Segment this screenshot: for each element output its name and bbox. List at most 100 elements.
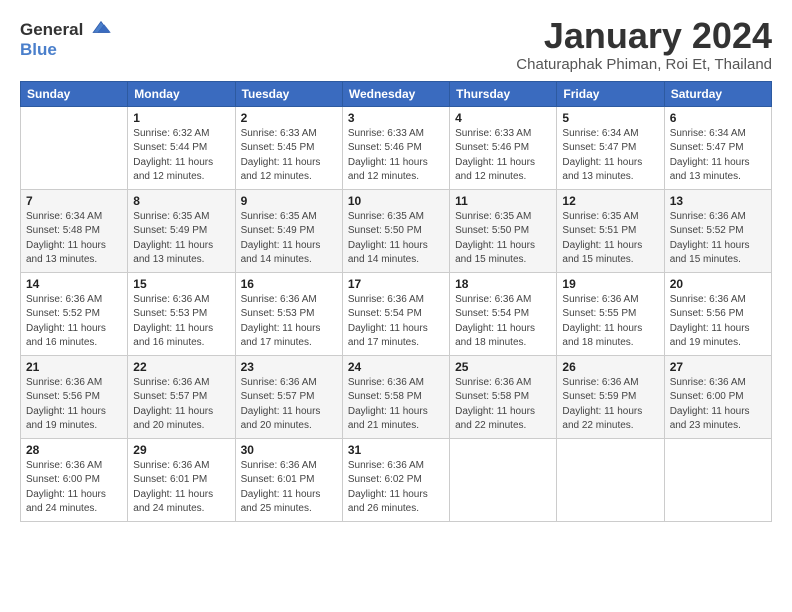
day-number: 19	[562, 277, 658, 291]
calendar-cell: 13Sunrise: 6:36 AM Sunset: 5:52 PM Dayli…	[664, 189, 771, 272]
day-number: 1	[133, 111, 229, 125]
calendar-cell: 25 Sunrise: 6:36 AM Sunset: 5:58 PM Dayli…	[450, 355, 557, 438]
calendar-cell: 27 Sunrise: 6:36 AM Sunset: 6:00 PM Dayli…	[664, 355, 771, 438]
weekday-header-monday: Monday	[128, 81, 235, 106]
month-title: January 2024	[516, 16, 772, 56]
calendar-cell: 26 Sunrise: 6:36 AM Sunset: 5:59 PM Dayli…	[557, 355, 664, 438]
weekday-header-tuesday: Tuesday	[235, 81, 342, 106]
day-number: 14	[26, 277, 122, 291]
day-info: Sunrise: 6:36 AM Sunset: 5:56 PM Dayligh…	[670, 293, 766, 351]
day-info: Sunrise: 6:32 AM Sunset: 5:44 PM Dayligh…	[133, 127, 229, 185]
day-info: Sunrise: 6:36 AM Sunset: 5:55 PM Dayligh…	[562, 293, 658, 351]
day-number: 2	[241, 111, 337, 125]
calendar-cell: 14 Sunrise: 6:36 AM Sunset: 5:52 PM Dayli…	[21, 272, 128, 355]
calendar-cell: 8 Sunrise: 6:35 AM Sunset: 5:49 PM Daylig…	[128, 189, 235, 272]
day-info: Sunrise: 6:35 AM Sunset: 5:49 PM Dayligh…	[133, 210, 229, 268]
day-info: Sunrise: 6:36 AM Sunset: 5:52 PM Dayligh…	[26, 293, 122, 351]
day-number: 18	[455, 277, 551, 291]
calendar-cell: 12Sunrise: 6:35 AM Sunset: 5:51 PM Dayli…	[557, 189, 664, 272]
calendar-week-1: 1 Sunrise: 6:32 AM Sunset: 5:44 PM Daylig…	[21, 106, 772, 189]
weekday-header-saturday: Saturday	[664, 81, 771, 106]
day-info: Sunrise: 6:35 AM Sunset: 5:50 PM Dayligh…	[348, 210, 444, 268]
calendar-cell: 23 Sunrise: 6:36 AM Sunset: 5:57 PM Dayli…	[235, 355, 342, 438]
day-info: Sunrise: 6:33 AM Sunset: 5:46 PM Dayligh…	[455, 127, 551, 185]
day-number: 6	[670, 111, 766, 125]
day-info: Sunrise: 6:36 AM Sunset: 6:00 PM Dayligh…	[670, 376, 766, 434]
day-info: Sunrise: 6:36 AM Sunset: 5:57 PM Dayligh…	[133, 376, 229, 434]
calendar-cell: 18 Sunrise: 6:36 AM Sunset: 5:54 PM Dayli…	[450, 272, 557, 355]
weekday-header-sunday: Sunday	[21, 81, 128, 106]
calendar-week-5: 28 Sunrise: 6:36 AM Sunset: 6:00 PM Dayli…	[21, 438, 772, 521]
calendar-cell: 3 Sunrise: 6:33 AM Sunset: 5:46 PM Daylig…	[342, 106, 449, 189]
calendar-cell: 1 Sunrise: 6:32 AM Sunset: 5:44 PM Daylig…	[128, 106, 235, 189]
weekday-header-friday: Friday	[557, 81, 664, 106]
day-info: Sunrise: 6:36 AM Sunset: 6:00 PM Dayligh…	[26, 459, 122, 517]
day-info: Sunrise: 6:34 AM Sunset: 5:48 PM Dayligh…	[26, 210, 122, 268]
day-number: 28	[26, 443, 122, 457]
calendar-cell	[21, 106, 128, 189]
calendar-cell: 10 Sunrise: 6:35 AM Sunset: 5:50 PM Dayli…	[342, 189, 449, 272]
day-info: Sunrise: 6:33 AM Sunset: 5:45 PM Dayligh…	[241, 127, 337, 185]
calendar-cell: 22 Sunrise: 6:36 AM Sunset: 5:57 PM Dayli…	[128, 355, 235, 438]
day-info: Sunrise: 6:36 AM Sunset: 5:58 PM Dayligh…	[348, 376, 444, 434]
calendar-cell: 5Sunrise: 6:34 AM Sunset: 5:47 PM Daylig…	[557, 106, 664, 189]
logo-blue: Blue	[20, 40, 112, 60]
calendar-week-3: 14 Sunrise: 6:36 AM Sunset: 5:52 PM Dayli…	[21, 272, 772, 355]
calendar-cell: 24 Sunrise: 6:36 AM Sunset: 5:58 PM Dayli…	[342, 355, 449, 438]
day-info: Sunrise: 6:36 AM Sunset: 5:57 PM Dayligh…	[241, 376, 337, 434]
day-number: 29	[133, 443, 229, 457]
calendar-cell: 4 Sunrise: 6:33 AM Sunset: 5:46 PM Daylig…	[450, 106, 557, 189]
calendar-cell	[557, 438, 664, 521]
day-number: 10	[348, 194, 444, 208]
subtitle: Chaturaphak Phiman, Roi Et, Thailand	[516, 56, 772, 73]
day-info: Sunrise: 6:36 AM Sunset: 6:02 PM Dayligh…	[348, 459, 444, 517]
day-info: Sunrise: 6:33 AM Sunset: 5:46 PM Dayligh…	[348, 127, 444, 185]
calendar-cell	[664, 438, 771, 521]
day-number: 30	[241, 443, 337, 457]
weekday-header-row: SundayMondayTuesdayWednesdayThursdayFrid…	[21, 81, 772, 106]
day-number: 4	[455, 111, 551, 125]
day-number: 26	[562, 360, 658, 374]
day-info: Sunrise: 6:36 AM Sunset: 5:58 PM Dayligh…	[455, 376, 551, 434]
calendar-week-2: 7 Sunrise: 6:34 AM Sunset: 5:48 PM Daylig…	[21, 189, 772, 272]
day-info: Sunrise: 6:36 AM Sunset: 5:56 PM Dayligh…	[26, 376, 122, 434]
title-block: January 2024 Chaturaphak Phiman, Roi Et,…	[516, 16, 772, 73]
day-info: Sunrise: 6:35 AM Sunset: 5:51 PM Dayligh…	[562, 210, 658, 268]
day-number: 9	[241, 194, 337, 208]
calendar-cell: 15Sunrise: 6:36 AM Sunset: 5:53 PM Dayli…	[128, 272, 235, 355]
day-info: Sunrise: 6:35 AM Sunset: 5:49 PM Dayligh…	[241, 210, 337, 268]
day-info: Sunrise: 6:36 AM Sunset: 5:59 PM Dayligh…	[562, 376, 658, 434]
calendar-cell: 7 Sunrise: 6:34 AM Sunset: 5:48 PM Daylig…	[21, 189, 128, 272]
calendar-cell: 11Sunrise: 6:35 AM Sunset: 5:50 PM Dayli…	[450, 189, 557, 272]
day-number: 11	[455, 194, 551, 208]
day-number: 16	[241, 277, 337, 291]
day-info: Sunrise: 6:36 AM Sunset: 5:54 PM Dayligh…	[455, 293, 551, 351]
calendar-cell: 2 Sunrise: 6:33 AM Sunset: 5:45 PM Daylig…	[235, 106, 342, 189]
day-number: 25	[455, 360, 551, 374]
day-info: Sunrise: 6:36 AM Sunset: 6:01 PM Dayligh…	[241, 459, 337, 517]
weekday-header-wednesday: Wednesday	[342, 81, 449, 106]
calendar-cell	[450, 438, 557, 521]
day-number: 3	[348, 111, 444, 125]
day-number: 22	[133, 360, 229, 374]
day-info: Sunrise: 6:36 AM Sunset: 5:52 PM Dayligh…	[670, 210, 766, 268]
calendar-cell: 20 Sunrise: 6:36 AM Sunset: 5:56 PM Dayli…	[664, 272, 771, 355]
weekday-header-thursday: Thursday	[450, 81, 557, 106]
day-number: 23	[241, 360, 337, 374]
calendar-cell: 21 Sunrise: 6:36 AM Sunset: 5:56 PM Dayli…	[21, 355, 128, 438]
calendar-cell: 6 Sunrise: 6:34 AM Sunset: 5:47 PM Daylig…	[664, 106, 771, 189]
calendar-cell: 9 Sunrise: 6:35 AM Sunset: 5:49 PM Daylig…	[235, 189, 342, 272]
day-number: 24	[348, 360, 444, 374]
day-number: 21	[26, 360, 122, 374]
day-info: Sunrise: 6:34 AM Sunset: 5:47 PM Dayligh…	[670, 127, 766, 185]
day-info: Sunrise: 6:36 AM Sunset: 5:53 PM Dayligh…	[241, 293, 337, 351]
calendar-cell: 16 Sunrise: 6:36 AM Sunset: 5:53 PM Dayli…	[235, 272, 342, 355]
day-number: 8	[133, 194, 229, 208]
day-number: 7	[26, 194, 122, 208]
day-number: 20	[670, 277, 766, 291]
day-number: 31	[348, 443, 444, 457]
day-number: 27	[670, 360, 766, 374]
day-number: 15	[133, 277, 229, 291]
day-number: 5	[562, 111, 658, 125]
calendar-cell: 31 Sunrise: 6:36 AM Sunset: 6:02 PM Dayli…	[342, 438, 449, 521]
